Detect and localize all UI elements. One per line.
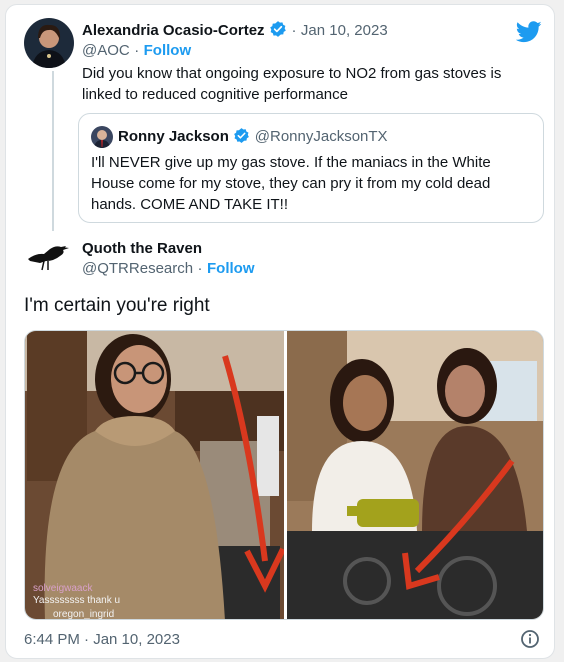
tweet-card: Alexandria Ocasio-Cortez · Jan 10, 2023 …	[5, 4, 555, 659]
author-handle[interactable]: @AOC	[82, 42, 130, 59]
separator-dot: ·	[291, 22, 297, 39]
separator-dot: ·	[197, 260, 203, 277]
avatar-ronny[interactable]	[91, 126, 113, 148]
info-icon[interactable]	[520, 629, 540, 654]
tweet-date[interactable]: Jan 10, 2023	[301, 22, 388, 39]
quoted-tweet-text: I'll NEVER give up my gas stove. If the …	[91, 154, 491, 213]
tweet-text: Did you know that ongoing exposure to NO…	[82, 65, 502, 103]
media-grid[interactable]: solveigwaack Yassssssss thank u oregon_i…	[24, 330, 544, 620]
follow-button[interactable]: Follow	[207, 260, 255, 277]
tweet-timestamp[interactable]: 6:44 PM · Jan 10, 2023	[24, 631, 180, 648]
overlay-user1: solveigwaack	[33, 583, 93, 594]
quoted-author-name[interactable]: Ronny Jackson	[118, 128, 229, 145]
twitter-bird-icon[interactable]	[515, 21, 542, 48]
follow-button[interactable]: Follow	[144, 42, 192, 59]
photo-left[interactable]: solveigwaack Yassssssss thank u oregon_i…	[25, 331, 284, 620]
author-name[interactable]: Alexandria Ocasio-Cortez	[82, 22, 265, 39]
thread-line	[52, 71, 54, 231]
overlay-user2: oregon_ingrid	[53, 609, 115, 620]
photo-right[interactable]	[287, 331, 543, 619]
reply-author-name[interactable]: Quoth the Raven	[82, 240, 202, 257]
raven-avatar[interactable]	[26, 239, 70, 278]
quoted-author-handle[interactable]: @RonnyJacksonTX	[255, 128, 388, 145]
verified-badge-icon	[269, 20, 287, 43]
reply-text: I'm certain you're right	[24, 295, 210, 316]
verified-badge-icon	[233, 127, 250, 149]
separator-dot: ·	[134, 42, 140, 59]
avatar-aoc[interactable]	[24, 18, 74, 68]
reply-author-handle[interactable]: @QTRResearch	[82, 260, 193, 277]
quoted-tweet[interactable]: Ronny Jackson @RonnyJacksonTX I'll NEVER…	[78, 113, 544, 223]
overlay-comment1: Yassssssss thank u	[33, 595, 121, 606]
